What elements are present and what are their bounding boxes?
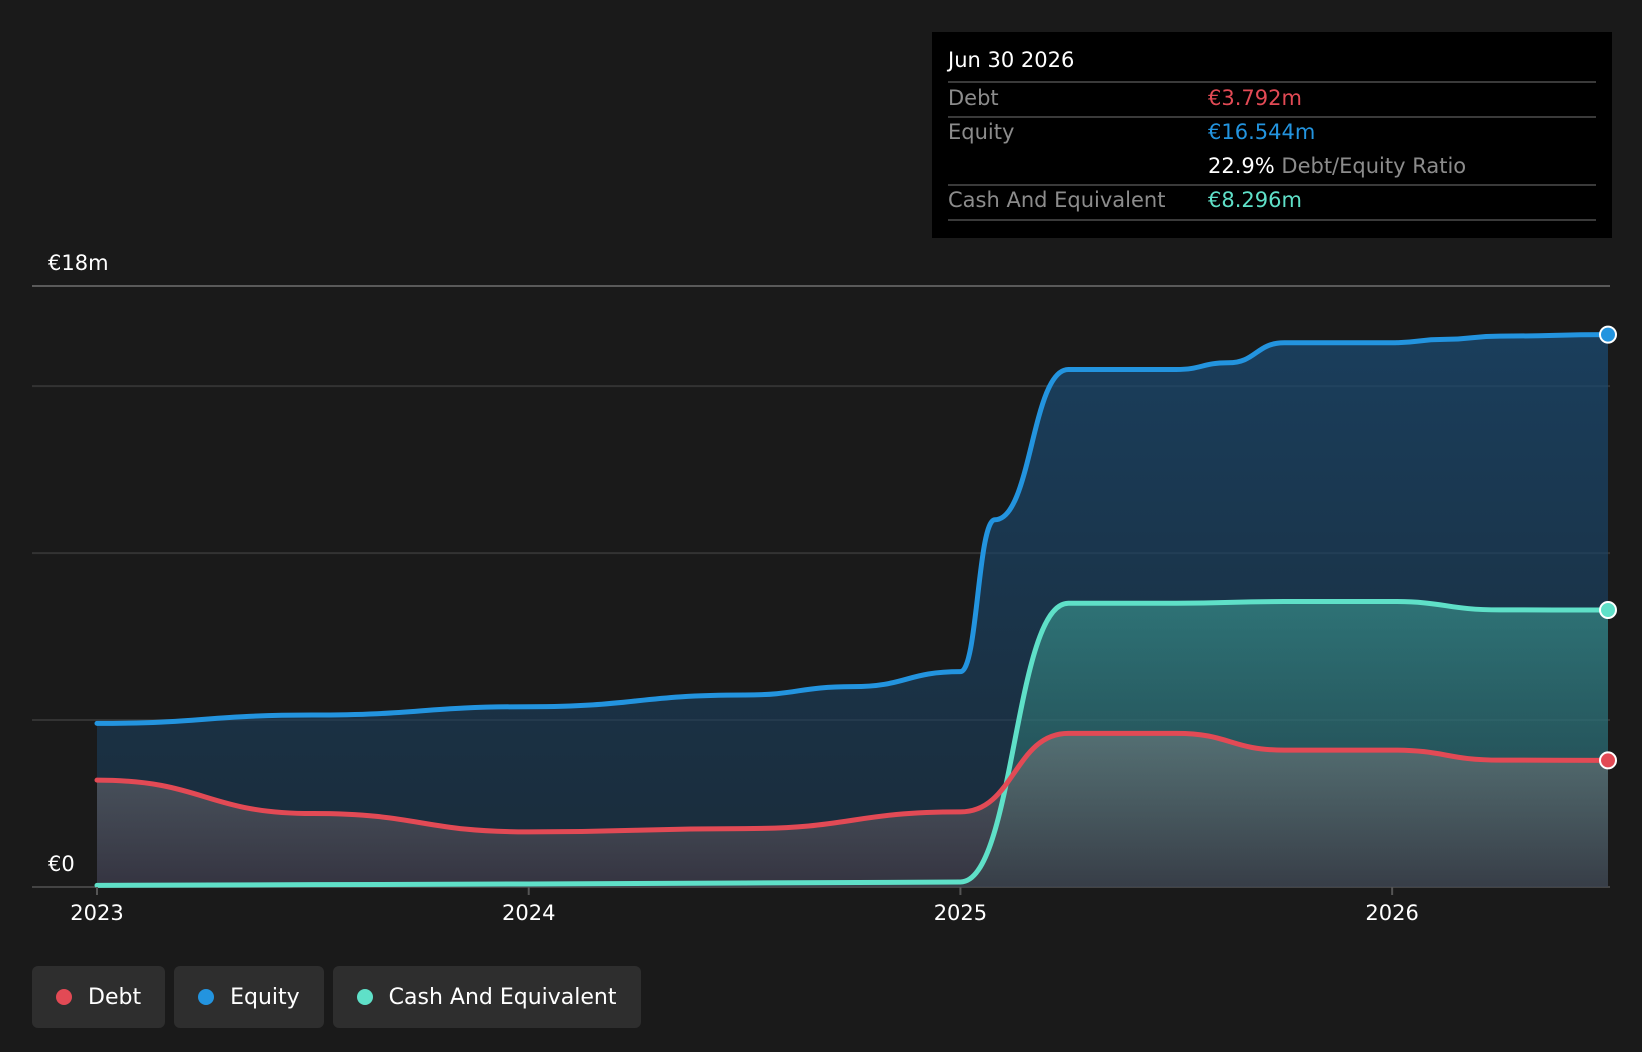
tooltip-debt-label: Debt — [948, 86, 999, 110]
endpoint-equity — [1599, 325, 1617, 344]
tooltip-ratio-value: 22.9% — [1208, 154, 1275, 178]
legend: Debt Equity Cash And Equivalent — [32, 966, 641, 1028]
legend-dot-debt — [56, 989, 72, 1005]
tooltip: Jun 30 2026 Debt €3.792m Equity €16.544m… — [932, 32, 1612, 238]
tooltip-ratio-label: Debt/Equity Ratio — [1281, 154, 1467, 178]
legend-item-cash[interactable]: Cash And Equivalent — [332, 966, 641, 1028]
legend-label-equity: Equity — [230, 984, 300, 1010]
tooltip-row-ratio: 22.9% Debt/Equity Ratio — [948, 150, 1596, 184]
endpoint-cash-and-equivalent — [1599, 601, 1617, 620]
tooltip-row-debt: Debt €3.792m — [948, 82, 1596, 116]
legend-label-cash: Cash And Equivalent — [388, 984, 617, 1010]
x-tick-label: 2024 — [502, 901, 555, 925]
tooltip-cash-value: €8.296m — [1208, 188, 1302, 212]
y-tick-label: €0 — [48, 852, 75, 876]
x-tick-label: 2026 — [1365, 901, 1418, 925]
legend-dot-equity — [198, 989, 215, 1005]
y-tick-label: €18m — [48, 251, 109, 275]
tooltip-cash-label: Cash And Equivalent — [948, 188, 1166, 212]
series-areas — [97, 334, 1608, 887]
tooltip-row-cash: Cash And Equivalent €8.296m — [948, 184, 1596, 218]
tooltip-debt-value: €3.792m — [1208, 86, 1302, 110]
legend-item-equity[interactable]: Equity — [174, 966, 324, 1028]
tooltip-equity-value: €16.544m — [1208, 120, 1316, 144]
tooltip-divider — [948, 219, 1596, 221]
tooltip-ratio: 22.9% Debt/Equity Ratio — [1208, 154, 1466, 178]
tooltip-date: Jun 30 2026 — [948, 48, 1075, 72]
legend-item-debt[interactable]: Debt — [32, 966, 166, 1028]
x-tick-label: 2025 — [934, 901, 987, 925]
x-tick-label: 2023 — [70, 901, 123, 925]
legend-label-debt: Debt — [88, 984, 142, 1010]
endpoint-debt — [1599, 751, 1617, 770]
tooltip-equity-label: Equity — [948, 120, 1015, 144]
legend-dot-cash — [356, 989, 373, 1005]
tooltip-row-equity: Equity €16.544m — [948, 116, 1596, 150]
